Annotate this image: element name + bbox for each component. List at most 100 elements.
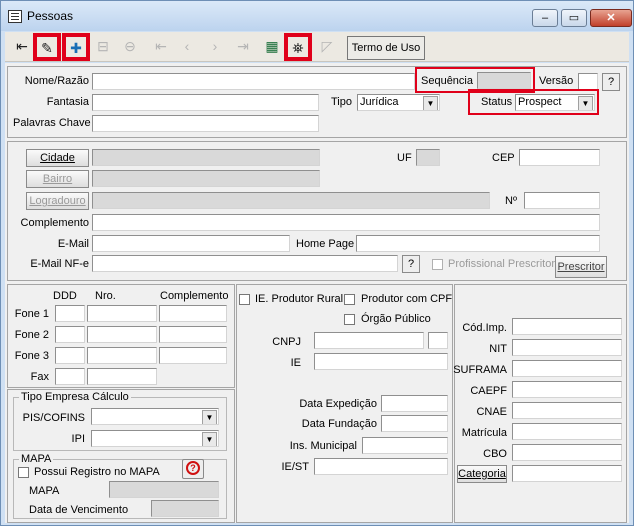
versao-input[interactable] xyxy=(578,73,598,90)
title-bar: Pessoas – ▭ ✕ xyxy=(1,1,633,31)
mapa-help-button[interactable]: ? xyxy=(182,459,204,479)
termo-de-uso-button[interactable]: Termo de Uso xyxy=(347,36,425,60)
pessoas-window: Pessoas – ▭ ✕ ⇤ ✎ ✚ ⊟ ⊖ ⇤ ‹ › ⇥ ▦ ⛯ ◸ Te… xyxy=(0,0,634,526)
fone2-complemento-input[interactable] xyxy=(159,326,227,343)
status-select[interactable]: Prospect xyxy=(515,94,595,111)
fantasia-label: Fantasia xyxy=(46,96,89,108)
fone1-complemento-input[interactable] xyxy=(159,305,227,322)
caepf-input[interactable] xyxy=(512,381,622,398)
nome-razao-input[interactable] xyxy=(92,73,415,90)
complemento-input[interactable] xyxy=(92,214,600,231)
cnpj-label: CNPJ xyxy=(272,336,301,348)
ie-st-label: IE/ST xyxy=(281,461,309,473)
window-title: Pessoas xyxy=(27,9,74,23)
fax-nro-input[interactable] xyxy=(87,368,157,385)
fone1-label: Fone 1 xyxy=(14,308,49,320)
palavras-chave-input[interactable] xyxy=(92,115,319,132)
cod-imp-input[interactable] xyxy=(512,318,622,335)
data-vencimento-label: Data de Vencimento xyxy=(29,504,129,516)
add-record-icon[interactable]: ✚ xyxy=(62,33,90,61)
tipo-label: Tipo xyxy=(331,96,352,108)
complemento-header: Complemento xyxy=(160,290,229,302)
ipi-select[interactable] xyxy=(91,430,219,447)
email-label: E-Mail xyxy=(57,238,89,250)
fone1-nro-input[interactable] xyxy=(87,305,157,322)
tipo-empresa-title: Tipo Empresa Cálculo xyxy=(19,391,131,403)
ie-st-input[interactable] xyxy=(314,458,448,475)
produtor-cpf-label: Produtor com CPF xyxy=(361,293,453,305)
clear-icon: ◸ xyxy=(321,38,333,54)
home-page-input[interactable] xyxy=(356,235,600,252)
cnae-label: CNAE xyxy=(476,406,507,418)
ins-municipal-label: Ins. Municipal xyxy=(289,440,357,452)
cbo-input[interactable] xyxy=(512,444,622,461)
profissional-prescritor-label: Profissional Prescritor xyxy=(448,258,555,270)
fantasia-input[interactable] xyxy=(92,94,319,111)
possui-registro-label: Possui Registro no MAPA xyxy=(34,466,160,478)
categoria-input[interactable] xyxy=(512,465,622,482)
email-input[interactable] xyxy=(92,235,290,252)
mapa-field xyxy=(109,481,219,498)
close-button[interactable]: ✕ xyxy=(590,9,632,27)
email-nfe-input[interactable] xyxy=(92,255,398,272)
ie-input[interactable] xyxy=(314,353,448,370)
list-grid-icon[interactable]: ▦ xyxy=(260,35,284,59)
ins-municipal-input[interactable] xyxy=(362,437,448,454)
cbo-label: CBO xyxy=(483,448,507,460)
toolbar: ⇤ ✎ ✚ ⊟ ⊖ ⇤ ‹ › ⇥ ▦ ⛯ ◸ xyxy=(5,32,629,62)
uf-field xyxy=(416,149,440,166)
logradouro-button: Logradouro xyxy=(26,192,89,210)
binoculars-search-icon[interactable]: ⛯ xyxy=(284,33,312,61)
profissional-prescritor-checkbox xyxy=(432,259,443,270)
fone3-nro-input[interactable] xyxy=(87,347,157,364)
logradouro-field xyxy=(92,192,490,209)
matricula-input[interactable] xyxy=(512,423,622,440)
cep-input[interactable] xyxy=(519,149,600,166)
cod-imp-label: Cód.Imp. xyxy=(462,322,507,334)
fone2-nro-input[interactable] xyxy=(87,326,157,343)
fone3-ddd-input[interactable] xyxy=(55,347,85,364)
categoria-button[interactable]: Categoria xyxy=(457,465,507,483)
pis-cofins-label: PIS/COFINS xyxy=(22,412,85,424)
nome-razao-label: Nome/Razão xyxy=(24,75,89,87)
fone3-label: Fone 3 xyxy=(14,350,49,362)
versao-label: Versão xyxy=(539,75,574,87)
form-icon xyxy=(8,10,22,23)
maximize-button[interactable]: ▭ xyxy=(561,9,587,27)
cnae-input[interactable] xyxy=(512,402,622,419)
versao-help-button[interactable]: ? xyxy=(602,73,620,91)
edit-pencil-icon[interactable]: ✎ xyxy=(33,33,61,61)
cidade-button[interactable]: Cidade xyxy=(26,149,89,167)
ie-produtor-rural-checkbox[interactable] xyxy=(239,294,250,305)
orgao-publico-label: Órgão Público xyxy=(361,313,431,325)
fax-ddd-input[interactable] xyxy=(55,368,85,385)
email-nfe-help-button[interactable]: ? xyxy=(402,255,420,273)
orgao-publico-checkbox[interactable] xyxy=(344,314,355,325)
help-circle-icon: ? xyxy=(186,461,200,475)
status-label: Status xyxy=(481,96,513,108)
data-expedicao-label: Data Expedição xyxy=(299,398,377,410)
fone3-complemento-input[interactable] xyxy=(159,347,227,364)
first-record-icon: ⇤ xyxy=(155,38,167,54)
possui-registro-checkbox[interactable] xyxy=(18,467,29,478)
suframa-label: SUFRAMA xyxy=(453,364,507,376)
cidade-field xyxy=(92,149,320,166)
form-area: Nome/Razão Fantasia Palavras Chave Sequê… xyxy=(5,63,629,523)
nit-input[interactable] xyxy=(512,339,622,356)
cnpj-digit-input[interactable] xyxy=(428,332,448,349)
tipo-select[interactable]: Jurídica xyxy=(357,94,440,111)
bairro-button: Bairro xyxy=(26,170,89,188)
produtor-cpf-checkbox[interactable] xyxy=(344,294,355,305)
cnpj-input[interactable] xyxy=(314,332,424,349)
fone2-ddd-input[interactable] xyxy=(55,326,85,343)
data-fundacao-input[interactable] xyxy=(381,415,448,432)
numero-input[interactable] xyxy=(524,192,600,209)
minimize-button[interactable]: – xyxy=(532,9,558,27)
suframa-input[interactable] xyxy=(512,360,622,377)
data-expedicao-input[interactable] xyxy=(381,395,448,412)
exit-icon[interactable]: ⇤ xyxy=(10,35,34,59)
prev-record-icon: ‹ xyxy=(184,38,190,54)
pis-cofins-select[interactable] xyxy=(91,408,219,425)
remove-record-icon: ⊟ xyxy=(97,38,109,54)
fone1-ddd-input[interactable] xyxy=(55,305,85,322)
